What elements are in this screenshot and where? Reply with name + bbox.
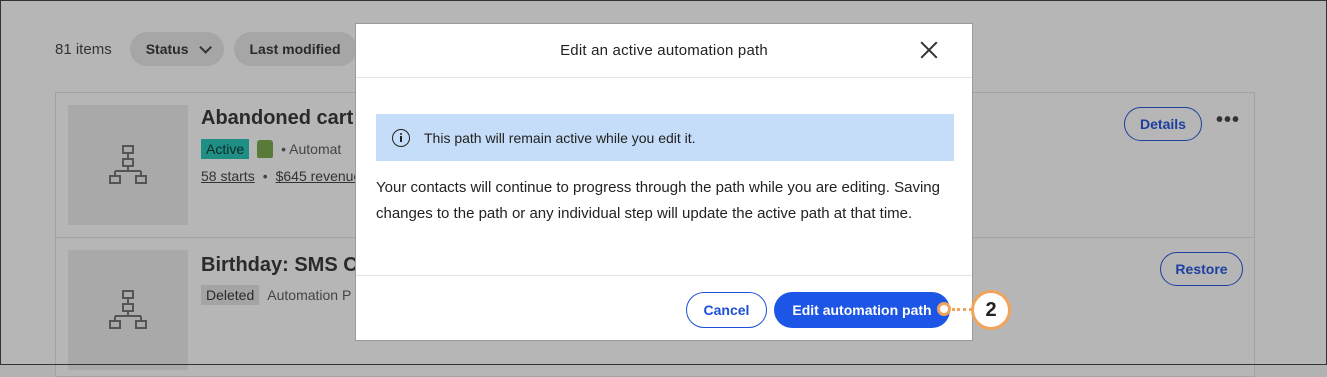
info-text: This path will remain active while you e… [424,129,696,146]
flow-diagram-icon [109,145,147,184]
dialog-footer: Cancel Edit automation path [356,275,972,340]
chevron-down-icon [198,40,212,54]
status-filter-label: Status [145,41,189,57]
status-filter[interactable]: Status [129,32,224,66]
dialog-title: Edit an active automation path [560,42,768,59]
shopify-icon [257,140,274,158]
dialog-body: Your contacts will continue to progress … [376,179,940,222]
status-badge: Active [201,139,250,159]
callout-connector [952,308,972,311]
step-number-badge: 2 [971,290,1011,330]
card-title[interactable]: Birthday: SMS C [201,254,358,277]
details-button[interactable]: Details [1124,107,1202,141]
more-options-icon[interactable]: ••• [1216,109,1240,132]
info-banner: This path will remain active while you e… [376,114,954,161]
cancel-button[interactable]: Cancel [686,292,767,328]
info-icon [392,128,410,147]
last-modified-filter[interactable]: Last modified [233,32,357,66]
edit-automation-path-button[interactable]: Edit automation path [774,292,950,328]
starts-link[interactable]: 58 starts [201,168,255,184]
card-meta: Active • Automat [201,139,341,159]
status-badge: Deleted [201,285,260,305]
dialog-header: Edit an active automation path [356,24,972,78]
callout-dot [937,302,951,316]
last-modified-filter-label: Last modified [249,41,341,57]
thumbnail [68,250,188,370]
card-meta: Deleted Automation P [201,285,351,305]
toolbar: 81 items Status Last modified [55,32,357,66]
card-stats: 58 starts • $645 revenue [201,168,361,184]
thumbnail [68,105,188,225]
meta-text: • Automat [281,141,342,157]
flow-diagram-icon [109,290,147,329]
edit-path-dialog: Edit an active automation path This path… [355,23,973,341]
card-title[interactable]: Abandoned cart [201,107,353,130]
meta-text: Automation P [267,287,352,303]
restore-button[interactable]: Restore [1160,252,1243,286]
bullet: • [262,168,268,184]
item-count: 81 items [55,40,112,58]
close-icon[interactable] [920,41,938,59]
revenue-link[interactable]: $645 revenue [276,168,362,184]
